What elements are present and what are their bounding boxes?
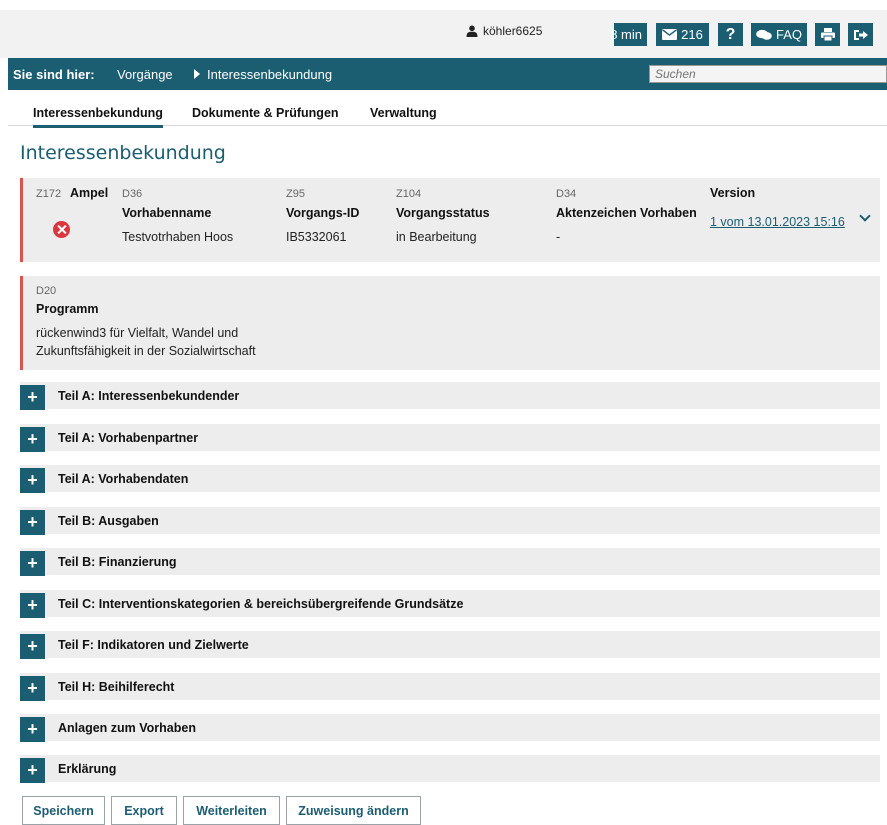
section-title: Teil A: Vorhabenpartner [58, 431, 199, 445]
breadcrumb-item-current: Interessenbekundung [207, 67, 333, 82]
version-label: Version [710, 186, 756, 200]
section-teil-f-indikatoren[interactable]: + Teil F: Indikatoren und Zielwerte [20, 631, 880, 659]
section-teil-b-finanzierung[interactable]: + Teil B: Finanzierung [20, 548, 880, 576]
breadcrumb: Sie sind hier: Vorgänge Interessenbekund… [8, 58, 887, 90]
error-x-circle-icon [53, 221, 70, 238]
vorhabenname-value: Testvotrhaben Hoos [122, 230, 234, 244]
caret-right-icon [194, 69, 200, 79]
expand-plus-icon[interactable]: + [20, 385, 45, 410]
section-teil-b-ausgaben[interactable]: + Teil B: Ausgaben [20, 507, 880, 535]
comments-icon [756, 29, 772, 40]
section-title: Teil B: Finanzierung [58, 555, 177, 569]
expand-plus-icon[interactable]: + [20, 468, 45, 493]
programm-value-line2: Zukunftsfähigkeit in der Sozialwirtschaf… [36, 344, 256, 358]
expand-plus-icon[interactable]: + [20, 427, 45, 452]
vorgangsstatus-code: Z104 [396, 188, 422, 200]
faq-button[interactable]: FAQ [751, 23, 807, 46]
tab-interessenbekundung[interactable]: Interessenbekundung [33, 106, 163, 128]
expand-plus-icon[interactable]: + [20, 676, 45, 701]
session-timer: 8 min [610, 23, 647, 46]
top-bar: köhler6625 8 min 216 ? FAQ [0, 10, 887, 58]
breadcrumb-item-vorgaenge[interactable]: Vorgänge [117, 67, 173, 82]
printer-icon [820, 28, 835, 41]
section-title: Teil F: Indikatoren und Zielwerte [58, 638, 249, 652]
search-input[interactable] [649, 65, 887, 83]
section-title: Teil B: Ausgaben [58, 514, 159, 528]
forward-button[interactable]: Weiterleiten [183, 796, 280, 825]
page-title: Interessenbekundung [20, 142, 226, 164]
breadcrumb-label: Sie sind hier: [13, 67, 95, 82]
question-mark-icon: ? [725, 25, 736, 43]
section-teil-c-interventionskategorien[interactable]: + Teil C: Interventionskategorien & bere… [20, 590, 880, 618]
save-button[interactable]: Speichern [22, 796, 105, 825]
aktenzeichen-value: - [556, 230, 561, 244]
expand-plus-icon[interactable]: + [20, 593, 45, 618]
expand-plus-icon[interactable]: + [20, 634, 45, 659]
ampel-code: Z172 [36, 188, 62, 200]
expand-plus-icon[interactable]: + [20, 510, 45, 535]
section-teil-h-beihilferecht[interactable]: + Teil H: Beihilferecht [20, 673, 880, 701]
session-timer-label: 8 min [610, 27, 642, 42]
programm-value-line1: rückenwind3 für Vielfalt, Wandel und [36, 326, 239, 340]
vorgangs-id-code: Z95 [286, 188, 305, 200]
version-link[interactable]: 1 vom 13.01.2023 15:16 [710, 215, 845, 229]
vorhabenname-label: Vorhabenname [122, 206, 212, 220]
tab-bar: Interessenbekundung Dokumente & Prüfunge… [8, 100, 887, 128]
user-icon [466, 25, 478, 37]
messages-count: 216 [681, 27, 703, 42]
section-erklaerung[interactable]: + Erklärung [20, 755, 880, 783]
summary-panel: Z172 Ampel D36 Vorhabenname Testvotrhabe… [20, 178, 880, 262]
faq-label: FAQ [775, 27, 802, 42]
username: köhler6625 [483, 24, 543, 38]
section-title: Teil A: Vorhabendaten [58, 472, 189, 486]
envelope-icon [662, 29, 678, 40]
section-title: Erklärung [58, 762, 117, 776]
section-teil-a-vorhabenpartner[interactable]: + Teil A: Vorhabenpartner [20, 424, 880, 452]
print-button[interactable] [815, 23, 840, 46]
vorgangsstatus-label: Vorgangsstatus [396, 206, 490, 220]
reassign-button[interactable]: Zuweisung ändern [286, 796, 421, 825]
aktenzeichen-code: D34 [556, 188, 577, 200]
vorgangs-id-label: Vorgangs-ID [286, 206, 360, 220]
tab-verwaltung[interactable]: Verwaltung [370, 106, 437, 120]
programm-code: D20 [36, 285, 57, 297]
expand-plus-icon[interactable]: + [20, 551, 45, 576]
section-title: Teil H: Beihilferecht [58, 680, 175, 694]
chevron-down-icon[interactable] [859, 210, 871, 222]
logout-button[interactable] [848, 23, 873, 46]
section-anlagen[interactable]: + Anlagen zum Vorhaben [20, 714, 880, 742]
section-title: Teil C: Interventionskategorien & bereic… [58, 597, 464, 611]
sign-out-icon [853, 29, 868, 40]
ampel-label: Ampel [70, 186, 109, 200]
programm-panel: D20 Programm rückenwind3 für Vielfalt, W… [20, 276, 880, 370]
section-teil-a-interessenbekundender[interactable]: + Teil A: Interessenbekundender [20, 382, 880, 410]
vorhabenname-code: D36 [122, 188, 143, 200]
section-teil-a-vorhabendaten[interactable]: + Teil A: Vorhabendaten [20, 465, 880, 493]
expand-plus-icon[interactable]: + [20, 758, 45, 783]
section-title: Anlagen zum Vorhaben [58, 721, 196, 735]
section-title: Teil A: Interessenbekundender [58, 389, 240, 403]
aktenzeichen-label: Aktenzeichen Vorhaben [556, 206, 697, 220]
messages-button[interactable]: 216 [656, 23, 709, 46]
programm-label: Programm [36, 302, 99, 316]
vorgangs-id-value: IB5332061 [286, 230, 347, 244]
user-info: köhler6625 [466, 24, 542, 38]
expand-plus-icon[interactable]: + [20, 717, 45, 742]
tab-dokumente-pruefungen[interactable]: Dokumente & Prüfungen [192, 106, 339, 120]
help-button[interactable]: ? [718, 23, 743, 46]
export-button[interactable]: Export [111, 796, 177, 825]
vorgangsstatus-value: in Bearbeitung [396, 230, 477, 244]
divider [20, 264, 340, 276]
divider [388, 264, 880, 276]
